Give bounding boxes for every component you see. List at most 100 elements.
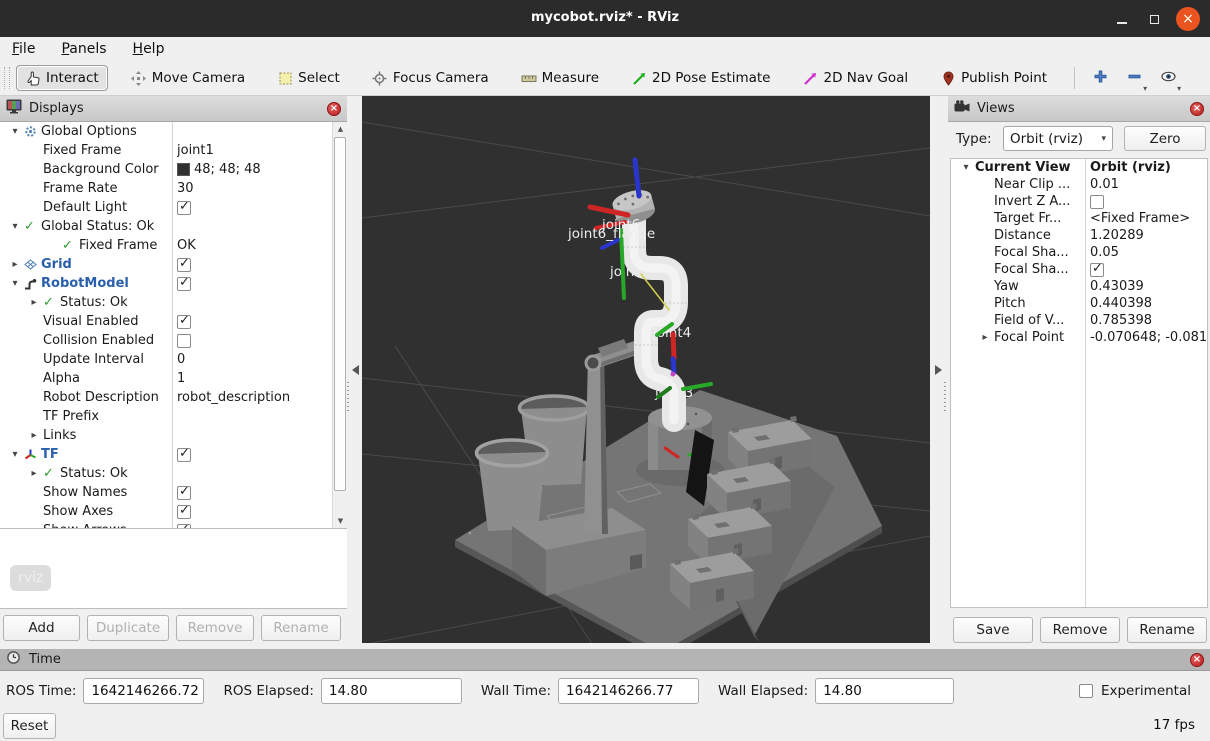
property-value[interactable]: joint1 [177,141,214,160]
property-value[interactable]: 30 [177,179,194,198]
chevron-down-icon[interactable]: ▾ [1177,84,1181,93]
tool-select[interactable]: Select [268,65,349,91]
save-button[interactable]: Save [953,617,1033,643]
tree-row-yaw[interactable]: Yaw0.43039 [951,278,1207,295]
time-close-icon[interactable]: × [1190,653,1204,667]
expander-icon[interactable]: ▸ [6,259,24,270]
property-value[interactable]: 0.440398 [1090,295,1152,312]
displays-panel-header[interactable]: Displays × [0,96,347,122]
checkbox[interactable] [1090,263,1104,277]
add-button[interactable]: Add [3,615,80,641]
tree-row-pitch[interactable]: Pitch0.440398 [951,295,1207,312]
experimental-checkbox[interactable] [1079,684,1093,698]
property-value[interactable]: 0.05 [1090,244,1119,261]
tree-row-show-arrows[interactable]: Show Arrows [0,521,332,528]
checkbox[interactable] [177,505,191,519]
checkbox[interactable] [177,258,191,272]
tool-move-camera[interactable]: Move Camera [122,65,254,91]
time-field-input-wall-elapsed[interactable] [815,678,954,704]
property-value[interactable]: robot_description [177,388,290,407]
tree-row-status-ok[interactable]: ▸✓Status: Ok [0,293,332,312]
tree-row-global-status-ok[interactable]: ▾✓Global Status: Ok [0,217,332,236]
checkbox[interactable] [177,201,191,215]
menu-item-panels[interactable]: Panels [61,41,106,57]
expander-icon[interactable]: ▸ [976,332,994,343]
scroll-up-icon[interactable]: ▲ [333,122,347,136]
tree-row-collision-enabled[interactable]: Collision Enabled [0,331,332,350]
tree-row-distance[interactable]: Distance1.20289 [951,227,1207,244]
tree-row-focal-sha[interactable]: Focal Sha... [951,261,1207,278]
tree-row-fixed-frame[interactable]: Fixed Framejoint1 [0,141,332,160]
time-field-input-ros-time[interactable] [83,678,204,704]
property-value[interactable]: 1 [177,369,185,388]
property-value[interactable] [1090,193,1104,210]
tree-row-field-of-v[interactable]: Field of V...0.785398 [951,312,1207,329]
property-value[interactable]: 48; 48; 48 [177,160,261,179]
checkbox[interactable] [1090,195,1104,209]
rename-button[interactable]: Rename [1127,617,1207,643]
property-value[interactable] [177,445,191,464]
tree-row-update-interval[interactable]: Update Interval0 [0,350,332,369]
splitter-grip[interactable] [347,382,349,412]
tree-row-fixed-frame[interactable]: ✓Fixed FrameOK [0,236,332,255]
minimize-button[interactable] [1110,7,1134,31]
titlebar[interactable]: mycobot.rviz* - RViz × [0,0,1210,37]
property-value[interactable]: 0 [177,350,185,369]
tree-row-links[interactable]: ▸Links [0,426,332,445]
views-panel-header[interactable]: Views × [948,96,1210,122]
tree-row-show-names[interactable]: Show Names [0,483,332,502]
tree-row-alpha[interactable]: Alpha1 [0,369,332,388]
checkbox[interactable] [177,486,191,500]
expander-icon[interactable]: ▾ [957,162,975,173]
tree-row-current-view[interactable]: ▾Current ViewOrbit (rviz) [951,159,1207,176]
time-field-input-ros-elapsed[interactable] [321,678,462,704]
property-value[interactable] [177,198,191,217]
remove-tool-button[interactable]: ▾ [1121,65,1147,91]
checkbox[interactable] [177,448,191,462]
3d-viewport-scene[interactable]: joint5joint3 [362,96,930,643]
tree-row-tf-prefix[interactable]: TF Prefix [0,407,332,426]
scroll-down-icon[interactable]: ▼ [333,514,347,528]
expander-icon[interactable]: ▸ [25,468,43,479]
time-field-input-wall-time[interactable] [558,678,699,704]
menu-item-help[interactable]: Help [133,41,165,57]
property-value[interactable]: 0.785398 [1090,312,1152,329]
maximize-button[interactable] [1142,7,1166,31]
add-tool-button[interactable] [1087,65,1113,91]
close-button[interactable]: × [1176,7,1200,31]
toolbar-drag-handle[interactable] [4,67,10,89]
checkbox[interactable] [177,334,191,348]
checkbox[interactable] [177,277,191,291]
collapse-right-icon[interactable] [935,365,942,375]
expander-icon[interactable]: ▸ [25,430,43,441]
property-value[interactable]: OK [177,236,196,255]
expander-icon[interactable]: ▾ [6,449,24,460]
tool-interact[interactable]: Interact [16,65,108,91]
tool-2d-pose-estimate[interactable]: 2D Pose Estimate [622,65,779,91]
property-value[interactable]: -0.070648; -0.0814 [1090,329,1208,346]
property-value[interactable] [177,331,191,350]
tree-row-tf[interactable]: ▾TF [0,445,332,464]
property-value[interactable]: 0.01 [1090,176,1119,193]
tree-row-target-fr[interactable]: Target Fr...<Fixed Frame> [951,210,1207,227]
left-splitter[interactable] [347,96,362,649]
tree-row-near-clip[interactable]: Near Clip ...0.01 [951,176,1207,193]
tool-focus-camera[interactable]: Focus Camera [363,65,498,91]
property-value[interactable] [177,312,191,331]
tool-2d-nav-goal[interactable]: 2D Nav Goal [794,65,918,91]
checkbox[interactable] [177,315,191,329]
tree-row-background-color[interactable]: Background Color48; 48; 48 [0,160,332,179]
view-type-dropdown[interactable]: Orbit (rviz) ▾ [1003,126,1113,151]
views-close-icon[interactable]: × [1190,102,1204,116]
tree-row-grid[interactable]: ▸Grid [0,255,332,274]
tree-row-focal-point[interactable]: ▸Focal Point-0.070648; -0.0814 [951,329,1207,346]
property-value[interactable] [177,255,191,274]
tool-publish-point[interactable]: Publish Point [931,65,1056,91]
property-value[interactable]: 1.20289 [1090,227,1144,244]
property-value[interactable] [177,521,191,528]
tree-row-robotmodel[interactable]: ▾RobotModel [0,274,332,293]
tree-row-visual-enabled[interactable]: Visual Enabled [0,312,332,331]
tree-row-show-axes[interactable]: Show Axes [0,502,332,521]
menu-item-file[interactable]: File [12,41,35,57]
expander-icon[interactable]: ▾ [6,221,24,232]
